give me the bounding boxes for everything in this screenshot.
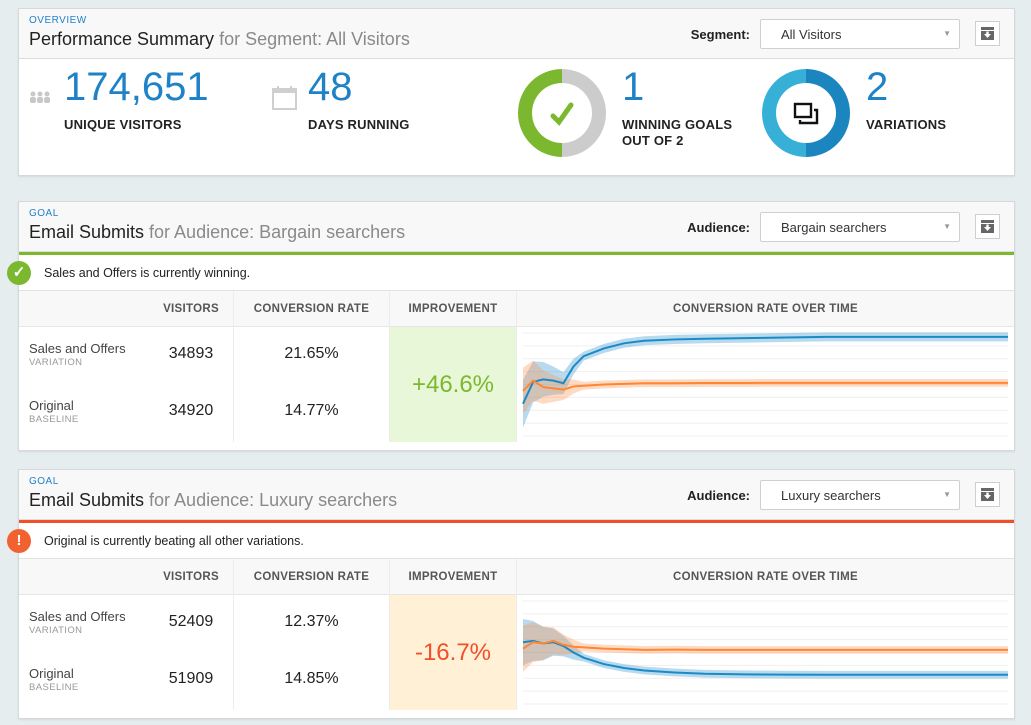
stat-variations: 2 VARIATIONS (866, 67, 946, 133)
audience-selector: Audience: Bargain searchers ▼ (687, 212, 960, 242)
variations-label: VARIATIONS (866, 117, 947, 132)
visitors-value: 34920 (168, 402, 214, 419)
conversion-rate-value: 21.65% (284, 345, 339, 362)
variations-value: 2 (866, 65, 889, 109)
visitors-value: 51909 (168, 670, 214, 687)
audience-dropdown[interactable]: Bargain searchers ▼ (760, 212, 960, 242)
alert-circle-icon: ! (7, 529, 31, 553)
visitors-value: 34893 (168, 345, 214, 362)
donut-won (518, 69, 562, 157)
segment-dropdown[interactable]: All Visitors ▼ (760, 19, 960, 49)
series-line-sales-and-offers (522, 335, 1008, 405)
goal-eyebrow: GOAL (29, 208, 59, 219)
winning-goals-value: 1 (622, 65, 645, 109)
variation-name: Sales and Offers (29, 341, 126, 356)
variation-name: Original (29, 398, 74, 413)
confidence-band-original (523, 360, 1008, 415)
col-visitors: VISITORS (163, 303, 219, 315)
results-table: VISITORS CONVERSION RATE IMPROVEMENT CON… (19, 559, 1014, 710)
col-improvement: IMPROVEMENT (408, 303, 498, 315)
variation-role: BASELINE (29, 414, 79, 425)
winning-goals-label: WINNING GOALS OUT OF 2 (622, 117, 732, 149)
improvement-value: -16.7% (390, 595, 516, 710)
calendar-icon (272, 86, 297, 110)
winning-goals-donut (518, 69, 606, 157)
days-running-label: DAYS RUNNING (308, 117, 410, 132)
download-icon (981, 27, 994, 40)
audience-label: Audience: (687, 219, 750, 235)
audience-value: Luxury searchers (781, 488, 881, 503)
check-icon (550, 102, 574, 126)
col-conversion-rate: CONVERSION RATE (253, 571, 370, 583)
page-title: Performance Summary for Segment: All Vis… (29, 29, 410, 50)
winning-goals-label-line2: OUT OF 2 (622, 133, 684, 148)
overview-title: Performance Summary (29, 29, 215, 49)
segment-value: All Visitors (781, 27, 842, 42)
audience-selector: Audience: Luxury searchers ▼ (687, 480, 960, 510)
overview-eyebrow: OVERVIEW (29, 15, 87, 26)
goal-audience-subtitle: for Audience: Bargain searchers (144, 222, 406, 242)
variation-role: VARIATION (29, 357, 83, 368)
chevron-down-icon: ▼ (943, 29, 951, 38)
conversion-rate-value: 14.85% (284, 670, 339, 687)
col-visitors: VISITORS (163, 571, 219, 583)
col-conversion-rate: CONVERSION RATE (253, 303, 370, 315)
stat-winning-goals: 1 WINNING GOALS OUT OF 2 (622, 67, 732, 149)
chevron-down-icon: ▼ (943, 490, 951, 499)
unique-visitors-value: 174,651 (64, 65, 209, 109)
stat-unique-visitors: 174,651 UNIQUE VISITORS (64, 67, 209, 133)
variations-donut (762, 69, 850, 157)
variation-role: BASELINE (29, 682, 79, 693)
results-table: VISITORS CONVERSION RATE IMPROVEMENT CON… (19, 291, 1014, 442)
unique-visitors-label: UNIQUE VISITORS (64, 117, 182, 132)
col-chart: CONVERSION RATE OVER TIME (673, 303, 858, 315)
audience-value: Bargain searchers (781, 220, 887, 235)
goal-title: Email Submits for Audience: Luxury searc… (29, 490, 397, 511)
people-icon (30, 91, 50, 103)
audience-dropdown[interactable]: Luxury searchers ▼ (760, 480, 960, 510)
conversion-rate-chart (522, 332, 1008, 437)
overview-subtitle: for Segment: All Visitors (214, 29, 410, 49)
goal-card: GOAL Email Submits for Audience: Bargain… (7, 201, 1015, 451)
status-row: ! Original is currently beating all othe… (7, 523, 1014, 559)
goal-name: Email Submits (29, 222, 145, 242)
donut-remaining (562, 69, 606, 157)
chevron-down-icon: ▼ (943, 222, 951, 231)
goal-card: GOAL Email Submits for Audience: Luxury … (7, 469, 1015, 719)
overview-header: OVERVIEW Performance Summary for Segment… (19, 9, 1014, 59)
audience-label: Audience: (687, 487, 750, 503)
overview-card: OVERVIEW Performance Summary for Segment… (18, 8, 1015, 176)
check-circle-icon: ✓ (7, 261, 31, 285)
download-button[interactable] (975, 214, 1000, 239)
conversion-rate-value: 12.37% (284, 613, 339, 630)
segment-label: Segment: (690, 26, 750, 42)
status-row: ✓ Sales and Offers is currently winning. (7, 255, 1014, 291)
improvement-value: +46.6% (390, 327, 516, 442)
col-improvement: IMPROVEMENT (408, 571, 498, 583)
download-icon (981, 220, 994, 233)
goal-title: Email Submits for Audience: Bargain sear… (29, 222, 405, 243)
conversion-rate-chart (522, 600, 1008, 705)
status-text: Original is currently beating all other … (44, 534, 304, 548)
goal-header: GOAL Email Submits for Audience: Bargain… (19, 202, 1014, 252)
variation-role: VARIATION (29, 625, 83, 636)
segment-selector: Segment: All Visitors ▼ (691, 19, 960, 49)
download-icon (981, 488, 994, 501)
visitors-value: 52409 (168, 613, 214, 630)
winning-goals-label-line1: WINNING GOALS (622, 117, 733, 132)
days-running-value: 48 (308, 65, 353, 109)
download-button[interactable] (975, 21, 1000, 46)
col-chart: CONVERSION RATE OVER TIME (673, 571, 858, 583)
variations-icon (793, 102, 819, 125)
variation-name: Original (29, 666, 74, 681)
goal-header: GOAL Email Submits for Audience: Luxury … (19, 470, 1014, 520)
goal-name: Email Submits (29, 490, 145, 510)
conversion-rate-value: 14.77% (284, 402, 339, 419)
status-text: Sales and Offers is currently winning. (44, 266, 251, 280)
goal-eyebrow: GOAL (29, 476, 59, 487)
variation-name: Sales and Offers (29, 609, 126, 624)
goal-audience-subtitle: for Audience: Luxury searchers (144, 490, 398, 510)
download-button[interactable] (975, 482, 1000, 507)
stat-days-running: 48 DAYS RUNNING (308, 67, 410, 133)
